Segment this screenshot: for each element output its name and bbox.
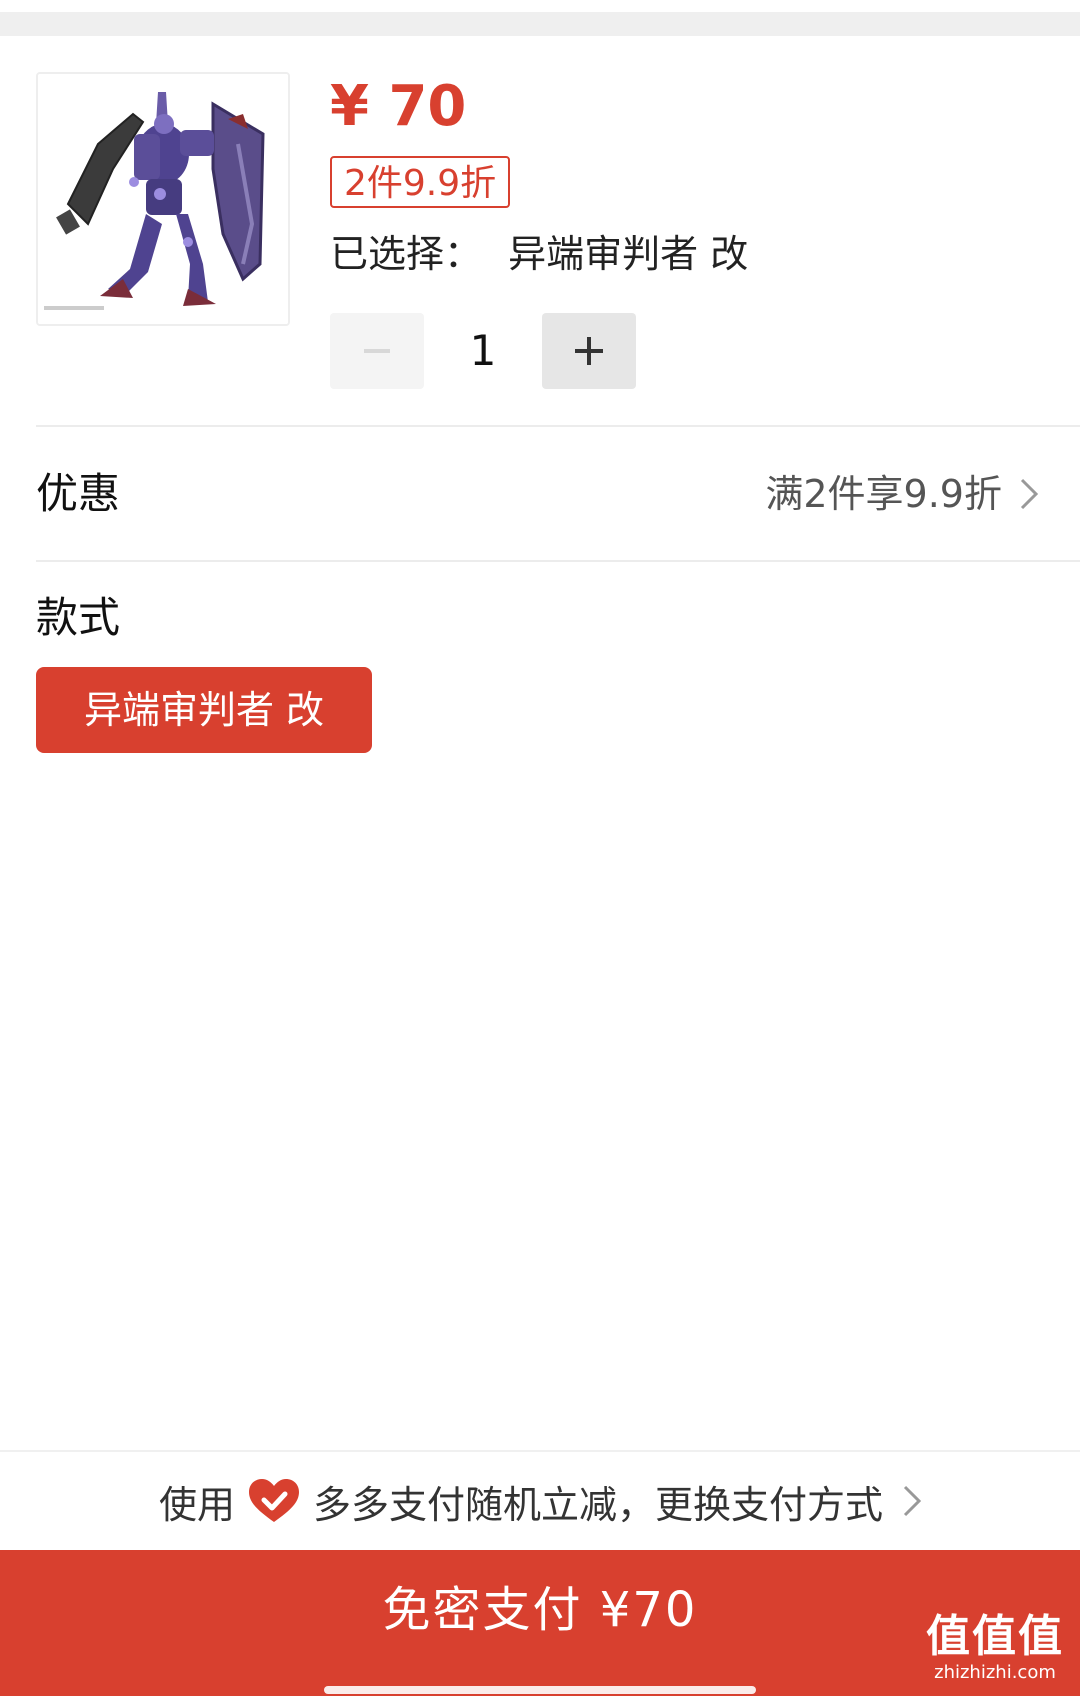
heart-check-icon [249, 1479, 299, 1522]
decrease-quantity-button[interactable] [330, 313, 424, 389]
watermark-url: zhizhizhi.com [934, 1662, 1056, 1683]
quantity-stepper: 1 [330, 313, 636, 389]
selected-variant: 已选择： 异端审判者 改 [330, 226, 748, 282]
top-bar [0, 0, 1080, 36]
quantity-value[interactable]: 1 [424, 313, 542, 389]
home-indicator [324, 1686, 756, 1694]
product-image[interactable] [36, 72, 290, 326]
product-price: ¥ 70 [330, 74, 467, 139]
minus-icon [364, 349, 390, 353]
style-option-selected[interactable]: 异端审判者 改 [36, 667, 372, 753]
divider [0, 1450, 1080, 1452]
payment-hint-text: 多多支付随机立减，更换支付方式 [313, 1482, 884, 1527]
selected-prefix: 已选择： [330, 232, 483, 276]
order-sheet: ¥ 70 2件9.9折 已选择： 异端审判者 改 1 优惠 满2件享9.9折 款… [0, 0, 1080, 1696]
pay-button[interactable]: 免密支付 ¥70 [0, 1550, 1080, 1696]
payment-hint-prefix: 使用 [158, 1482, 235, 1527]
site-watermark: 值值值 zhizhizhi.com [920, 1612, 1070, 1684]
watermark-logo-text: 值值值 [926, 1611, 1064, 1662]
divider [36, 560, 1080, 562]
promotion-label: 优惠 [36, 469, 121, 518]
top-gray-strip [0, 12, 1080, 36]
chevron-right-icon [903, 1485, 922, 1517]
increase-quantity-button[interactable] [542, 313, 636, 389]
style-section-label: 款式 [36, 593, 121, 642]
plus-icon [575, 337, 603, 365]
divider [36, 425, 1080, 427]
chevron-right-icon [1020, 478, 1039, 510]
gundam-model-image [38, 74, 288, 324]
payment-method-hint[interactable]: 使用 多多支付随机立减，更换支付方式 [0, 1470, 1080, 1532]
promotion-value: 满2件享9.9折 [765, 472, 1002, 516]
promotion-row[interactable]: 优惠 满2件享9.9折 [36, 430, 1050, 560]
discount-tag: 2件9.9折 [330, 156, 511, 208]
pay-button-label: 免密支付 ¥70 [382, 1582, 698, 1638]
selected-value: 异端审判者 改 [508, 232, 749, 276]
